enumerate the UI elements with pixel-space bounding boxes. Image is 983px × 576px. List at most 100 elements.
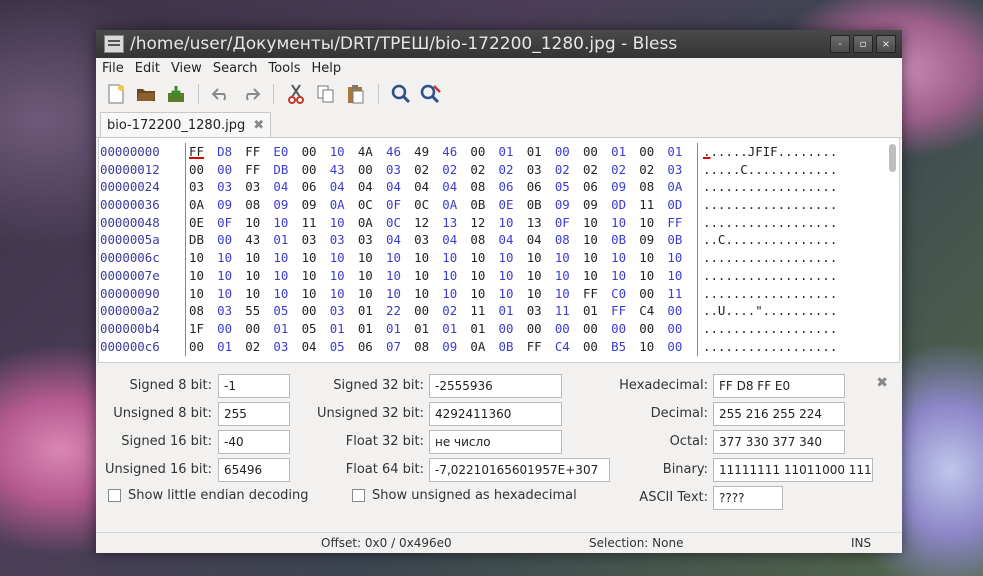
hex-byte[interactable]: 00 <box>667 302 695 320</box>
hex-byte[interactable]: 10 <box>414 267 442 285</box>
hex-row[interactable]: 00 01 02 03 04 05 06 07 08 09 0A 0B FF C4 00 B5 10 00 <box>189 338 697 356</box>
menu-file[interactable]: File <box>102 61 124 76</box>
unsigned-hex-checkbox-box[interactable] <box>352 489 365 502</box>
hex-byte[interactable]: 0C <box>358 196 386 214</box>
close-window-button[interactable]: × <box>876 35 896 53</box>
hex-byte[interactable]: 03 <box>414 231 442 249</box>
hex-byte[interactable]: 0A <box>442 196 470 214</box>
hex-byte[interactable]: 10 <box>386 267 414 285</box>
paste-icon[interactable] <box>344 82 368 106</box>
hex-byte[interactable]: 01 <box>499 302 527 320</box>
hex-byte[interactable]: 0F <box>555 214 583 232</box>
hex-byte[interactable]: 02 <box>555 161 583 179</box>
hex-byte[interactable]: 09 <box>217 196 245 214</box>
hex-byte[interactable]: 00 <box>667 320 695 338</box>
hex-byte[interactable]: 10 <box>639 267 667 285</box>
hex-byte[interactable]: 02 <box>442 161 470 179</box>
hex-byte[interactable]: 0B <box>611 231 639 249</box>
hex-byte[interactable]: FF <box>611 302 639 320</box>
hex-byte[interactable]: 10 <box>273 285 301 303</box>
hex-byte[interactable]: 10 <box>358 267 386 285</box>
hex-byte[interactable]: 10 <box>639 214 667 232</box>
hex-byte[interactable]: 43 <box>330 161 358 179</box>
hex-byte[interactable]: 0D <box>667 196 695 214</box>
hex-byte[interactable]: C4 <box>639 302 667 320</box>
hex-byte[interactable]: 00 <box>217 320 245 338</box>
hex-byte[interactable]: DB <box>273 161 301 179</box>
float-64-field[interactable]: -7,02210165601957E+307 <box>429 458 610 482</box>
hex-row[interactable]: 08 03 55 05 00 03 01 22 00 02 11 01 03 11 01 FF C4 00 <box>189 302 697 320</box>
save-icon[interactable] <box>164 82 188 106</box>
ascii-row[interactable]: ..C............... <box>703 231 883 249</box>
hex-byte[interactable]: 0B <box>470 196 498 214</box>
hex-byte[interactable]: 03 <box>358 231 386 249</box>
maximize-button[interactable]: ▫ <box>853 35 873 53</box>
ascii-cursor[interactable]: . <box>703 144 710 159</box>
hex-row[interactable]: DB 00 43 01 03 03 03 04 03 04 08 04 04 08 10 0B 09 0B <box>189 231 697 249</box>
hex-byte[interactable]: 0A <box>470 338 498 356</box>
hexadecimal-field[interactable]: FF D8 FF E0 <box>713 374 845 398</box>
hex-byte[interactable]: 09 <box>555 196 583 214</box>
hex-byte[interactable]: 03 <box>245 178 273 196</box>
find-replace-icon[interactable] <box>419 82 443 106</box>
hex-byte[interactable]: 00 <box>302 302 330 320</box>
hex-byte[interactable]: FF <box>245 143 273 161</box>
undo-icon[interactable] <box>209 82 233 106</box>
hex-byte[interactable]: 55 <box>245 302 273 320</box>
hex-byte[interactable]: 00 <box>302 161 330 179</box>
menu-help[interactable]: Help <box>312 61 342 76</box>
hex-byte[interactable]: 08 <box>245 196 273 214</box>
hex-byte[interactable]: C4 <box>555 338 583 356</box>
ascii-row[interactable]: .................. <box>703 267 883 285</box>
hex-byte[interactable]: 10 <box>386 285 414 303</box>
hex-byte[interactable]: 0E <box>499 196 527 214</box>
hex-byte[interactable]: 00 <box>245 320 273 338</box>
hex-byte[interactable]: 10 <box>667 249 695 267</box>
hex-byte[interactable]: 10 <box>470 249 498 267</box>
hex-byte[interactable]: 01 <box>330 320 358 338</box>
hex-byte[interactable]: 01 <box>358 320 386 338</box>
hex-byte[interactable]: 10 <box>611 214 639 232</box>
title-bar[interactable]: /home/user/Документы/DRT/ТРЕШ/bio-172200… <box>96 30 902 58</box>
hex-byte[interactable]: 10 <box>414 249 442 267</box>
hex-byte[interactable]: 04 <box>414 178 442 196</box>
hex-byte[interactable]: 10 <box>189 267 217 285</box>
open-folder-icon[interactable] <box>134 82 158 106</box>
hex-byte[interactable]: 01 <box>414 320 442 338</box>
hex-byte[interactable]: 10 <box>470 267 498 285</box>
unsigned-hex-checkbox[interactable]: Show unsigned as hexadecimal <box>352 488 577 503</box>
hex-byte[interactable]: 49 <box>414 143 442 161</box>
ascii-column[interactable]: ......JFIF........ .....C................… <box>703 143 883 355</box>
hex-byte[interactable]: 10 <box>611 249 639 267</box>
hex-byte[interactable]: 02 <box>611 161 639 179</box>
signed-8-field[interactable]: -1 <box>218 374 290 398</box>
hex-byte[interactable]: 0A <box>330 196 358 214</box>
hex-byte[interactable]: 09 <box>611 178 639 196</box>
hex-byte[interactable]: 00 <box>583 338 611 356</box>
hex-byte[interactable]: 03 <box>189 178 217 196</box>
hex-byte[interactable]: 03 <box>273 338 301 356</box>
hex-byte[interactable]: 01 <box>273 320 301 338</box>
hex-byte[interactable]: 10 <box>245 214 273 232</box>
hex-byte[interactable]: 00 <box>470 143 498 161</box>
hex-byte[interactable]: 03 <box>330 302 358 320</box>
hex-byte[interactable]: 02 <box>639 161 667 179</box>
hex-byte[interactable]: 10 <box>639 249 667 267</box>
hex-byte[interactable]: 04 <box>386 178 414 196</box>
hex-byte[interactable]: 00 <box>189 161 217 179</box>
hex-byte[interactable]: 10 <box>330 267 358 285</box>
hex-byte[interactable]: 10 <box>414 285 442 303</box>
ascii-text-field[interactable]: ???? <box>713 486 783 510</box>
hex-byte[interactable]: 05 <box>330 338 358 356</box>
hex-byte[interactable]: 10 <box>442 267 470 285</box>
ascii-row[interactable]: .................. <box>703 338 883 356</box>
hex-byte[interactable]: 03 <box>527 161 555 179</box>
hex-byte[interactable]: 10 <box>583 231 611 249</box>
close-tab-icon[interactable]: ✖ <box>253 118 264 133</box>
hex-byte[interactable]: 01 <box>527 143 555 161</box>
hex-byte[interactable]: 03 <box>667 161 695 179</box>
hex-byte[interactable]: 06 <box>302 178 330 196</box>
hex-byte[interactable]: FF <box>245 161 273 179</box>
hex-byte[interactable]: 10 <box>499 249 527 267</box>
hex-byte[interactable]: 10 <box>583 267 611 285</box>
